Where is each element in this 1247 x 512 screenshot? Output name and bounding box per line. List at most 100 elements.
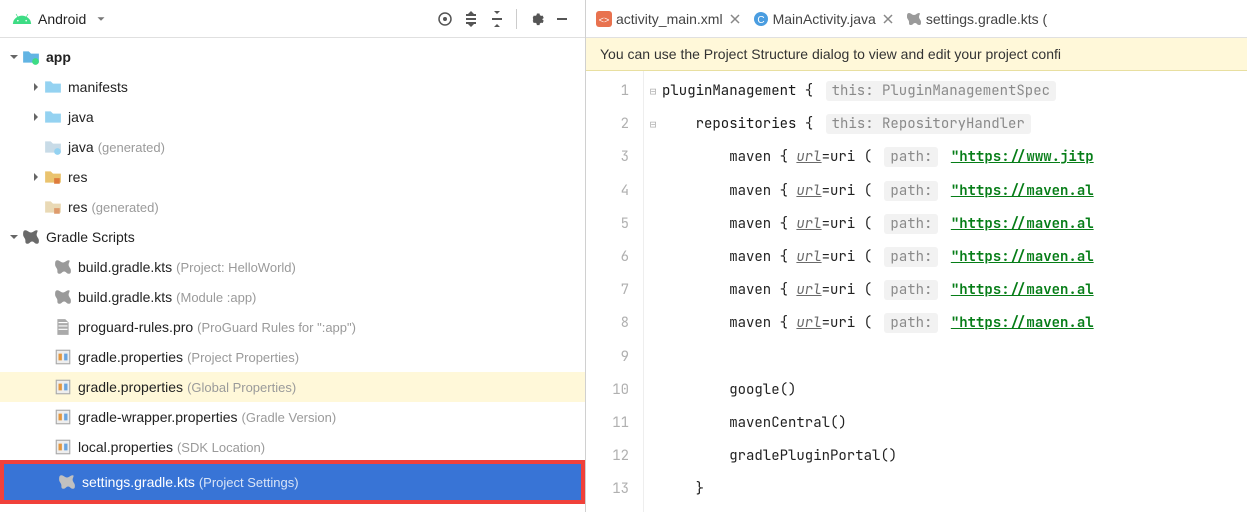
collapse-all-icon[interactable] (486, 8, 508, 30)
code-line[interactable]: gradlePluginPortal() (662, 440, 1247, 473)
tree-node-java[interactable]: java (0, 102, 585, 132)
fold-icon (644, 307, 662, 340)
xml-icon: <> (596, 11, 612, 27)
fold-gutter: ⊟⊟ (644, 71, 662, 512)
code-line[interactable]: maven { url=uri ( path: "https://maven.a… (662, 307, 1247, 340)
code-line[interactable] (662, 341, 1247, 374)
tree-node-build-module[interactable]: build.gradle.kts (Module :app) (0, 282, 585, 312)
code-line[interactable]: maven { url=uri ( path: "https://maven.a… (662, 274, 1247, 307)
line-number: 4 (586, 175, 643, 208)
svg-text:C: C (757, 15, 764, 26)
code-line[interactable]: maven { url=uri ( path: "https://maven.a… (662, 208, 1247, 241)
code-line[interactable]: repositories { this: RepositoryHandler (662, 108, 1247, 141)
tab-main-activity[interactable]: C MainActivity.java (747, 2, 900, 36)
tree-node-label: build.gradle.kts (78, 259, 172, 275)
tab-label: MainActivity.java (773, 11, 876, 27)
tree-node-res-gen[interactable]: res (generated) (0, 192, 585, 222)
tree-node-java-gen[interactable]: java (generated) (0, 132, 585, 162)
tree-node-local[interactable]: local.properties (SDK Location) (0, 432, 585, 462)
folder-icon (44, 168, 62, 186)
properties-icon (54, 378, 72, 396)
tree-node-suffix: (generated) (91, 200, 158, 215)
fold-icon (644, 374, 662, 407)
tree-node-settings[interactable]: settings.gradle.kts (Project Settings) (0, 460, 585, 504)
fold-icon (644, 241, 662, 274)
fold-icon (644, 175, 662, 208)
code-line[interactable]: } (662, 473, 1247, 506)
tree-node-suffix: (Project Properties) (187, 350, 299, 365)
gradle-kts-icon (54, 288, 72, 306)
tree-node-label: manifests (68, 79, 128, 95)
fold-icon (644, 141, 662, 174)
folder-icon (44, 138, 62, 156)
chevron-right-icon[interactable] (28, 79, 44, 95)
tree-node-gradle-scripts[interactable]: Gradle Scripts (0, 222, 585, 252)
chevron-down-icon[interactable] (6, 229, 22, 245)
fold-icon (644, 208, 662, 241)
properties-icon (54, 408, 72, 426)
tab-settings-gradle[interactable]: settings.gradle.kts ( (900, 2, 1053, 36)
android-icon (12, 9, 32, 29)
gradle-kts-icon (906, 11, 922, 27)
code-line[interactable]: mavenCentral() (662, 407, 1247, 440)
close-icon[interactable] (729, 13, 741, 25)
fold-icon (644, 407, 662, 440)
fold-icon (644, 440, 662, 473)
tree-node-suffix: (generated) (98, 140, 165, 155)
project-toolbar: Android (0, 0, 585, 38)
code-line[interactable]: maven { url=uri ( path: "https://www.jit… (662, 141, 1247, 174)
code-line[interactable]: maven { url=uri ( path: "https://maven.a… (662, 175, 1247, 208)
dropdown-arrow-icon[interactable] (94, 12, 108, 26)
tree-node-label: java (68, 139, 94, 155)
fold-icon (644, 274, 662, 307)
chevron-down-icon[interactable] (6, 49, 22, 65)
tree-node-label: res (68, 199, 87, 215)
tree-node-manifests[interactable]: manifests (0, 72, 585, 102)
tab-label: activity_main.xml (616, 11, 723, 27)
line-number: 12 (586, 440, 643, 473)
code-line[interactable]: maven { url=uri ( path: "https://maven.a… (662, 241, 1247, 274)
tree-node-suffix: (ProGuard Rules for ":app") (197, 320, 356, 335)
toolbar-separator (516, 9, 517, 29)
line-number: 11 (586, 407, 643, 440)
chevron-right-icon[interactable] (28, 169, 44, 185)
code-line[interactable]: pluginManagement { this: PluginManagemen… (662, 75, 1247, 108)
line-number: 5 (586, 208, 643, 241)
settings-icon[interactable] (525, 8, 547, 30)
folder-icon (44, 198, 62, 216)
fold-icon[interactable]: ⊟ (644, 108, 662, 141)
tree-node-label: gradle.properties (78, 379, 183, 395)
code-editor[interactable]: 12345678910111213 ⊟⊟ pluginManagement { … (586, 71, 1247, 512)
tree-node-app[interactable]: app (0, 42, 585, 72)
fold-icon[interactable]: ⊟ (644, 75, 662, 108)
tab-activity-main[interactable]: <> activity_main.xml (590, 2, 747, 36)
folder-icon (44, 108, 62, 126)
properties-icon (54, 348, 72, 366)
tree-node-label: build.gradle.kts (78, 289, 172, 305)
line-number: 6 (586, 241, 643, 274)
tab-label: settings.gradle.kts ( (926, 11, 1047, 27)
tree-node-gradle-props[interactable]: gradle.properties (Project Properties) (0, 342, 585, 372)
tree-node-res[interactable]: res (0, 162, 585, 192)
tree-node-label: proguard-rules.pro (78, 319, 193, 335)
select-opened-file-icon[interactable] (434, 8, 456, 30)
notification-banner[interactable]: You can use the Project Structure dialog… (586, 38, 1247, 71)
tree-node-label: gradle.properties (78, 349, 183, 365)
expand-all-icon[interactable] (460, 8, 482, 30)
tree-node-wrapper[interactable]: gradle-wrapper.properties (Gradle Versio… (0, 402, 585, 432)
view-selector-label[interactable]: Android (38, 11, 86, 27)
tree-node-label: local.properties (78, 439, 173, 455)
java-class-icon: C (753, 11, 769, 27)
code-area[interactable]: pluginManagement { this: PluginManagemen… (662, 71, 1247, 512)
chevron-right-icon[interactable] (28, 109, 44, 125)
hide-icon[interactable] (551, 8, 573, 30)
code-line[interactable]: google() (662, 374, 1247, 407)
close-icon[interactable] (882, 13, 894, 25)
tree-node-build-project[interactable]: build.gradle.kts (Project: HelloWorld) (0, 252, 585, 282)
fold-icon (644, 473, 662, 506)
line-number: 1 (586, 75, 643, 108)
gradle-kts-icon (54, 258, 72, 276)
file-icon (54, 318, 72, 336)
tree-node-proguard[interactable]: proguard-rules.pro (ProGuard Rules for "… (0, 312, 585, 342)
tree-node-gradle-props-global[interactable]: gradle.properties (Global Properties) (0, 372, 585, 402)
